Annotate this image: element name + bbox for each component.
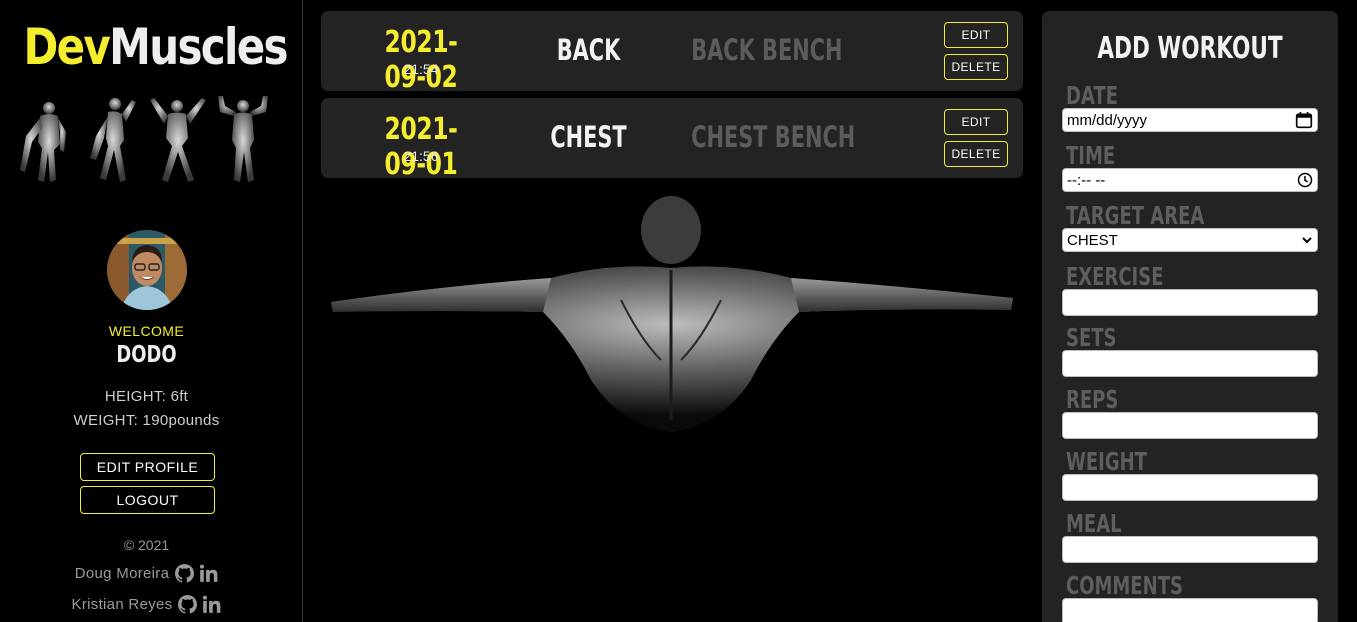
weight-input[interactable]	[1062, 474, 1318, 501]
time-label: TIME	[1066, 141, 1116, 170]
linkedin-icon[interactable]	[202, 595, 221, 614]
delete-workout-button[interactable]: DELETE	[944, 141, 1008, 167]
weight-label: WEIGHT	[1066, 447, 1147, 476]
author-name: Doug Moreira	[74, 565, 170, 582]
workout-card: 2021-09-02 21:54 BACK BACK BENCH EDIT DE…	[321, 11, 1023, 95]
comments-label: COMMENTS	[1066, 571, 1183, 600]
sets-label: SETS	[1066, 323, 1117, 352]
credit-row: Doug Moreira	[0, 564, 293, 583]
calendar-icon[interactable]	[1295, 111, 1313, 129]
height-stat: HEIGHT: 6ft	[104, 388, 189, 405]
add-workout-panel: ADD WORKOUT DATE mm/dd/yyyy TIME --:-- -…	[1042, 11, 1338, 622]
credit-row: Kristian Reyes	[0, 595, 293, 614]
meal-input[interactable]	[1062, 536, 1318, 563]
workout-card: 2021-09-01 21:56 CHEST CHEST BENCH EDIT …	[321, 98, 1023, 182]
author-name: Kristian Reyes	[71, 596, 173, 613]
github-icon[interactable]	[178, 595, 198, 614]
logout-button[interactable]: LOGOUT	[80, 486, 215, 514]
meal-label: MEAL	[1066, 509, 1122, 538]
avatar-image	[107, 230, 187, 310]
username: DODO	[116, 342, 177, 368]
workout-exercise: CHEST BENCH	[691, 120, 856, 154]
reps-input[interactable]	[1062, 412, 1318, 439]
athletes-image	[20, 96, 268, 182]
app-logo[interactable]: DevMuscles	[23, 18, 288, 76]
time-input[interactable]: --:-- --	[1062, 168, 1318, 192]
chevron-down-icon	[1302, 237, 1312, 244]
date-label: DATE	[1066, 81, 1119, 110]
workout-date: 2021-09-02	[384, 25, 458, 95]
date-placeholder: mm/dd/yyyy	[1067, 111, 1148, 129]
edit-profile-button[interactable]: EDIT PROFILE	[80, 453, 215, 481]
edit-workout-button[interactable]: EDIT	[944, 22, 1008, 48]
workout-time: 21:54	[403, 61, 439, 77]
date-input[interactable]: mm/dd/yyyy	[1062, 108, 1318, 132]
logo-muscles-text: Muscles	[109, 18, 288, 76]
weight-stat: WEIGHT: 190pounds	[73, 412, 220, 429]
clock-icon[interactable]	[1297, 172, 1313, 188]
delete-workout-button[interactable]: DELETE	[944, 54, 1008, 80]
hero-back-image	[331, 196, 1013, 432]
workout-exercise: BACK BENCH	[691, 33, 843, 67]
workout-time: 21:56	[403, 148, 439, 164]
sidebar: DevMuscles WELCOME DODO HEIGHT: 6ft WEIG…	[0, 0, 303, 622]
sets-input[interactable]	[1062, 350, 1318, 377]
exercise-label: EXERCISE	[1066, 262, 1164, 291]
welcome-text: WELCOME	[108, 323, 185, 339]
target-area-select[interactable]: CHEST	[1062, 228, 1318, 252]
exercise-input[interactable]	[1062, 289, 1318, 316]
linkedin-icon[interactable]	[199, 564, 218, 583]
time-placeholder: --:-- --	[1067, 171, 1106, 189]
avatar	[107, 230, 187, 310]
target-area-value: CHEST	[1067, 231, 1118, 249]
target-area-label: TARGET AREA	[1066, 201, 1205, 230]
logo-dev-text: Dev	[23, 18, 110, 76]
edit-workout-button[interactable]: EDIT	[944, 109, 1008, 135]
comments-input[interactable]	[1062, 598, 1318, 622]
workout-date: 2021-09-01	[384, 112, 458, 182]
reps-label: REPS	[1066, 385, 1119, 414]
github-icon[interactable]	[175, 564, 195, 583]
workout-target-area: BACK	[556, 33, 621, 67]
workout-target-area: CHEST	[550, 120, 627, 154]
add-workout-title: ADD WORKOUT	[1097, 31, 1283, 66]
copyright: © 2021	[123, 537, 170, 553]
